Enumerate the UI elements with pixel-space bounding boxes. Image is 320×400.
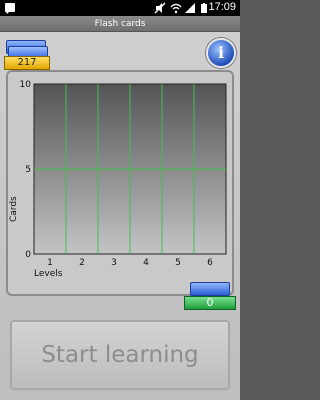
card-stack-icon xyxy=(190,282,230,296)
info-button[interactable]: i xyxy=(206,38,236,68)
signal-icon xyxy=(185,3,195,13)
mute-icon xyxy=(154,2,166,14)
start-learning-button[interactable]: Start learning xyxy=(10,320,230,390)
x-tick-label: 4 xyxy=(143,258,149,268)
ready-count: 0 xyxy=(184,296,236,310)
y-tick-label: 5 xyxy=(25,165,31,175)
y-axis-label: Cards xyxy=(9,196,19,222)
x-tick-label: 1 xyxy=(47,258,53,268)
x-axis-label: Levels xyxy=(34,269,63,279)
deck-counter[interactable]: 217 xyxy=(4,40,50,70)
notification-icon xyxy=(5,3,15,14)
y-tick-label: 0 xyxy=(25,250,31,260)
y-tick-label: 10 xyxy=(20,80,32,90)
x-tick-label: 5 xyxy=(175,258,181,268)
info-icon: i xyxy=(217,43,225,62)
x-tick-label: 6 xyxy=(207,258,213,268)
status-bar: 17:09 xyxy=(0,0,240,16)
deck-count: 217 xyxy=(4,56,50,70)
wifi-icon xyxy=(170,3,182,14)
levels-chart-panel: 0 5 10 1 2 3 4 5 6 Cards Levels xyxy=(6,70,234,296)
app-title: Flash cards xyxy=(94,19,146,29)
ready-counter[interactable]: 0 xyxy=(184,282,236,312)
clock: 17:09 xyxy=(208,1,236,13)
levels-chart: 0 5 10 1 2 3 4 5 6 Cards Levels xyxy=(9,80,227,279)
x-tick-label: 2 xyxy=(79,258,85,268)
app-title-bar: Flash cards xyxy=(0,16,240,32)
x-tick-label: 3 xyxy=(111,258,117,268)
